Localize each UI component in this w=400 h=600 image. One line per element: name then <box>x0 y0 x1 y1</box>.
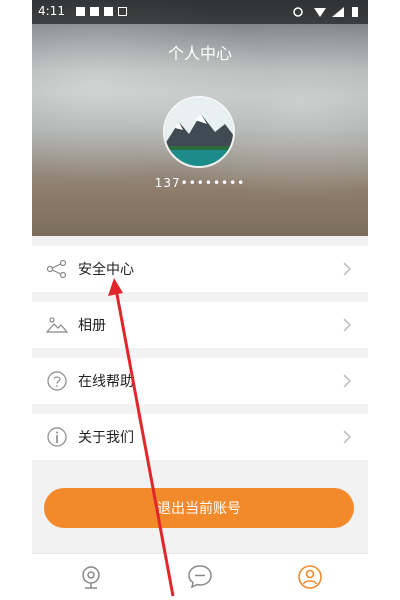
profile-icon[interactable] <box>295 562 325 592</box>
menu-item-security[interactable]: 安全中心 <box>32 246 368 292</box>
chevron-right-icon <box>343 430 352 444</box>
notification-icon <box>90 7 99 16</box>
question-circle-icon <box>47 371 67 391</box>
signal-icon <box>332 7 344 17</box>
bottom-tab-bar <box>32 553 368 600</box>
menu-item-about-us[interactable]: 关于我们 <box>32 414 368 460</box>
notification-icon <box>76 7 85 16</box>
wifi-icon <box>314 8 326 17</box>
avatar[interactable] <box>163 96 235 168</box>
phone-screen: 个人中心 137•••••••• 4:11 安全中心 相册 在线帮助 关于我们 … <box>32 0 368 600</box>
chevron-right-icon <box>343 374 352 388</box>
menu-item-online-help[interactable]: 在线帮助 <box>32 358 368 404</box>
chevron-right-icon <box>343 262 352 276</box>
status-time: 4:11 <box>38 4 65 18</box>
logout-button[interactable]: 退出当前账号 <box>44 488 354 528</box>
chat-bubble-icon[interactable] <box>185 562 215 592</box>
status-icons <box>293 7 358 17</box>
menu-item-label: 相册 <box>78 318 106 334</box>
menu-item-label: 安全中心 <box>78 262 134 278</box>
info-circle-icon <box>47 427 67 447</box>
battery-icon <box>352 7 358 17</box>
chevron-right-icon <box>343 318 352 332</box>
share-nodes-icon <box>46 259 67 279</box>
menu-item-label: 在线帮助 <box>78 374 134 390</box>
status-bar: 4:11 <box>32 0 368 24</box>
notification-icon <box>118 7 127 16</box>
camera-icon[interactable] <box>76 562 106 592</box>
phone-number: 137•••••••• <box>154 176 246 190</box>
profile-header: 个人中心 137•••••••• <box>32 0 368 236</box>
mountain-image-icon <box>46 317 68 333</box>
menu-item-album[interactable]: 相册 <box>32 302 368 348</box>
notification-icon <box>104 7 113 16</box>
page-title: 个人中心 <box>167 44 232 63</box>
vibrate-icon <box>293 7 303 17</box>
menu-item-label: 关于我们 <box>78 430 134 446</box>
